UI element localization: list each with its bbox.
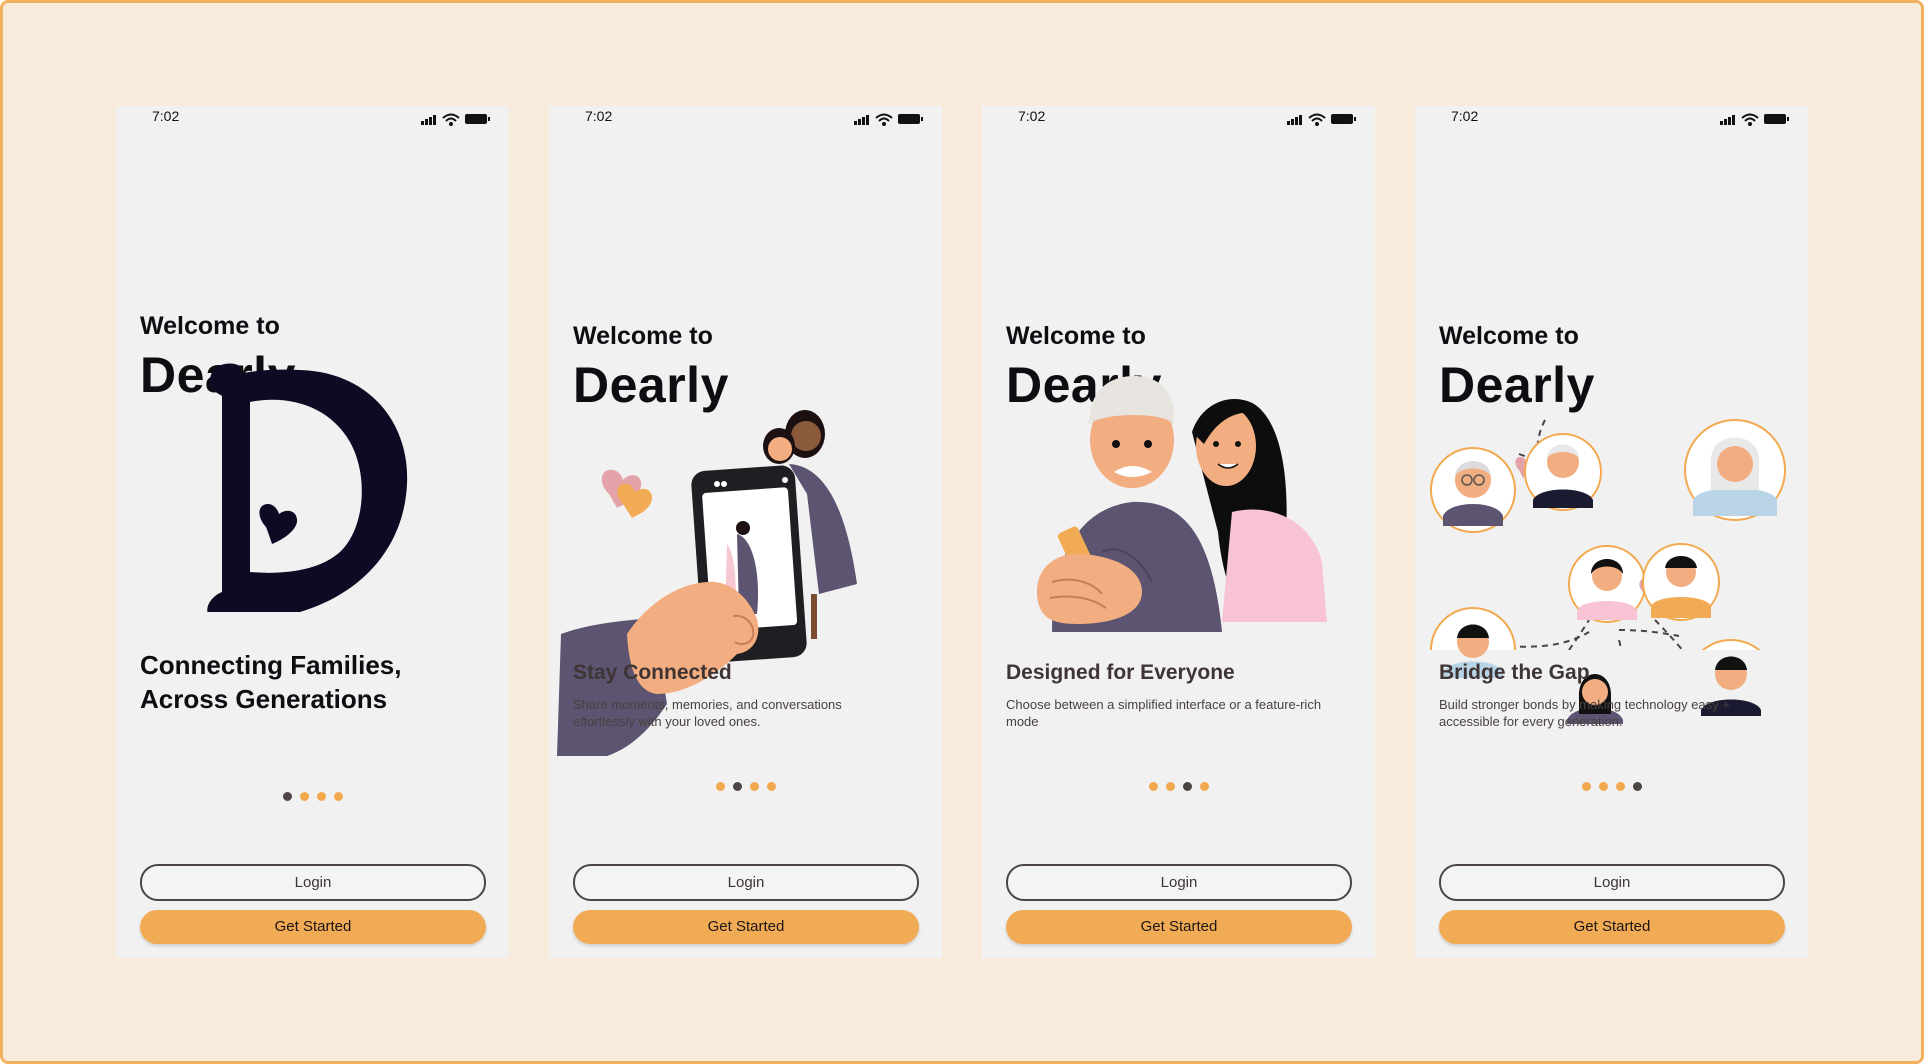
avatar-elder-woman (1684, 419, 1786, 521)
page-dot-3[interactable] (1182, 782, 1192, 791)
status-bar: 7:02 (549, 106, 942, 136)
signal-icon (1287, 115, 1302, 125)
page-dot-4[interactable] (1199, 782, 1209, 791)
status-time: 7:02 (1018, 108, 1046, 124)
welcome-text: Welcome to (140, 312, 280, 340)
status-icons (1720, 113, 1789, 126)
page-dot-4[interactable] (766, 782, 776, 791)
login-button[interactable]: Login (140, 864, 486, 901)
onboarding-screen-2: 7:02 Welcome to Dearly Stay Connected Sh… (549, 106, 942, 958)
page-dot-1[interactable] (1581, 782, 1591, 791)
wifi-icon (442, 113, 460, 126)
page-dot-2[interactable] (1598, 782, 1608, 791)
tagline: Connecting Families, Across Generations (140, 650, 402, 714)
status-time: 7:02 (152, 108, 180, 124)
wifi-icon (1308, 113, 1326, 126)
wifi-icon (1741, 113, 1759, 126)
page-indicator (116, 788, 509, 801)
page-dot-3[interactable] (1615, 782, 1625, 791)
slide-title: Stay Connected (573, 661, 732, 684)
battery-icon (1331, 114, 1356, 124)
status-bar: 7:02 (1415, 106, 1808, 136)
get-started-button[interactable]: Get Started (140, 910, 486, 944)
get-started-button[interactable]: Get Started (573, 910, 919, 944)
grandparent-granddaughter-illustration (1036, 376, 1327, 632)
page-dot-4[interactable] (1632, 782, 1642, 791)
get-started-button[interactable]: Get Started (1439, 910, 1785, 944)
page-dot-2[interactable] (299, 792, 309, 801)
wifi-icon (875, 113, 893, 126)
welcome-text: Welcome to (573, 322, 713, 350)
slide-title: Bridge the Gap (1439, 661, 1590, 684)
page-dot-1[interactable] (1148, 782, 1158, 791)
get-started-button[interactable]: Get Started (1006, 910, 1352, 944)
onboarding-screen-3: 7:02 Welcome to Dearly Designed for Ever… (982, 106, 1375, 958)
slide-description: Build stronger bonds by making technolog… (1439, 697, 1730, 729)
status-bar: 7:02 (982, 106, 1375, 136)
page-dot-4[interactable] (333, 792, 343, 801)
status-icons (1287, 113, 1356, 126)
login-button[interactable]: Login (1006, 864, 1352, 901)
status-bar: 7:02 (116, 106, 509, 136)
login-button[interactable]: Login (573, 864, 919, 901)
page-dot-3[interactable] (316, 792, 326, 801)
page-indicator (549, 778, 942, 791)
status-time: 7:02 (585, 108, 613, 124)
family-network-illustration (1430, 419, 1786, 650)
onboarding-screen-4: 7:02 Welcome to Dearly Bridge the Gap Bu… (1415, 106, 1808, 958)
battery-icon (1764, 114, 1789, 124)
login-button[interactable]: Login (1439, 864, 1785, 901)
battery-icon (465, 114, 490, 124)
signal-icon (421, 115, 436, 125)
signal-icon (854, 115, 869, 125)
page-dot-1[interactable] (282, 792, 292, 801)
dearly-d-logo (207, 363, 408, 612)
slide-title: Designed for Everyone (1006, 661, 1235, 684)
page-dot-1[interactable] (715, 782, 725, 791)
slide-description: Choose between a simplified interface or… (1006, 697, 1322, 729)
page-dot-2[interactable] (1165, 782, 1175, 791)
onboarding-screen-1: 7:02 Welcome to Dearly Connecting Famili… (116, 106, 509, 958)
avatar-grandmother (1430, 447, 1516, 533)
signal-icon (1720, 115, 1735, 125)
page-indicator (1415, 778, 1808, 791)
status-time: 7:02 (1451, 108, 1479, 124)
hearts-icon (601, 469, 653, 518)
page-dot-2[interactable] (732, 782, 742, 791)
page-dot-3[interactable] (749, 782, 759, 791)
battery-icon (898, 114, 923, 124)
status-icons (854, 113, 923, 126)
page-indicator (982, 778, 1375, 791)
avatar-grandfather (1524, 433, 1602, 511)
status-icons (421, 113, 490, 126)
slide-description: Share moments, memories, and conversatio… (573, 697, 842, 729)
